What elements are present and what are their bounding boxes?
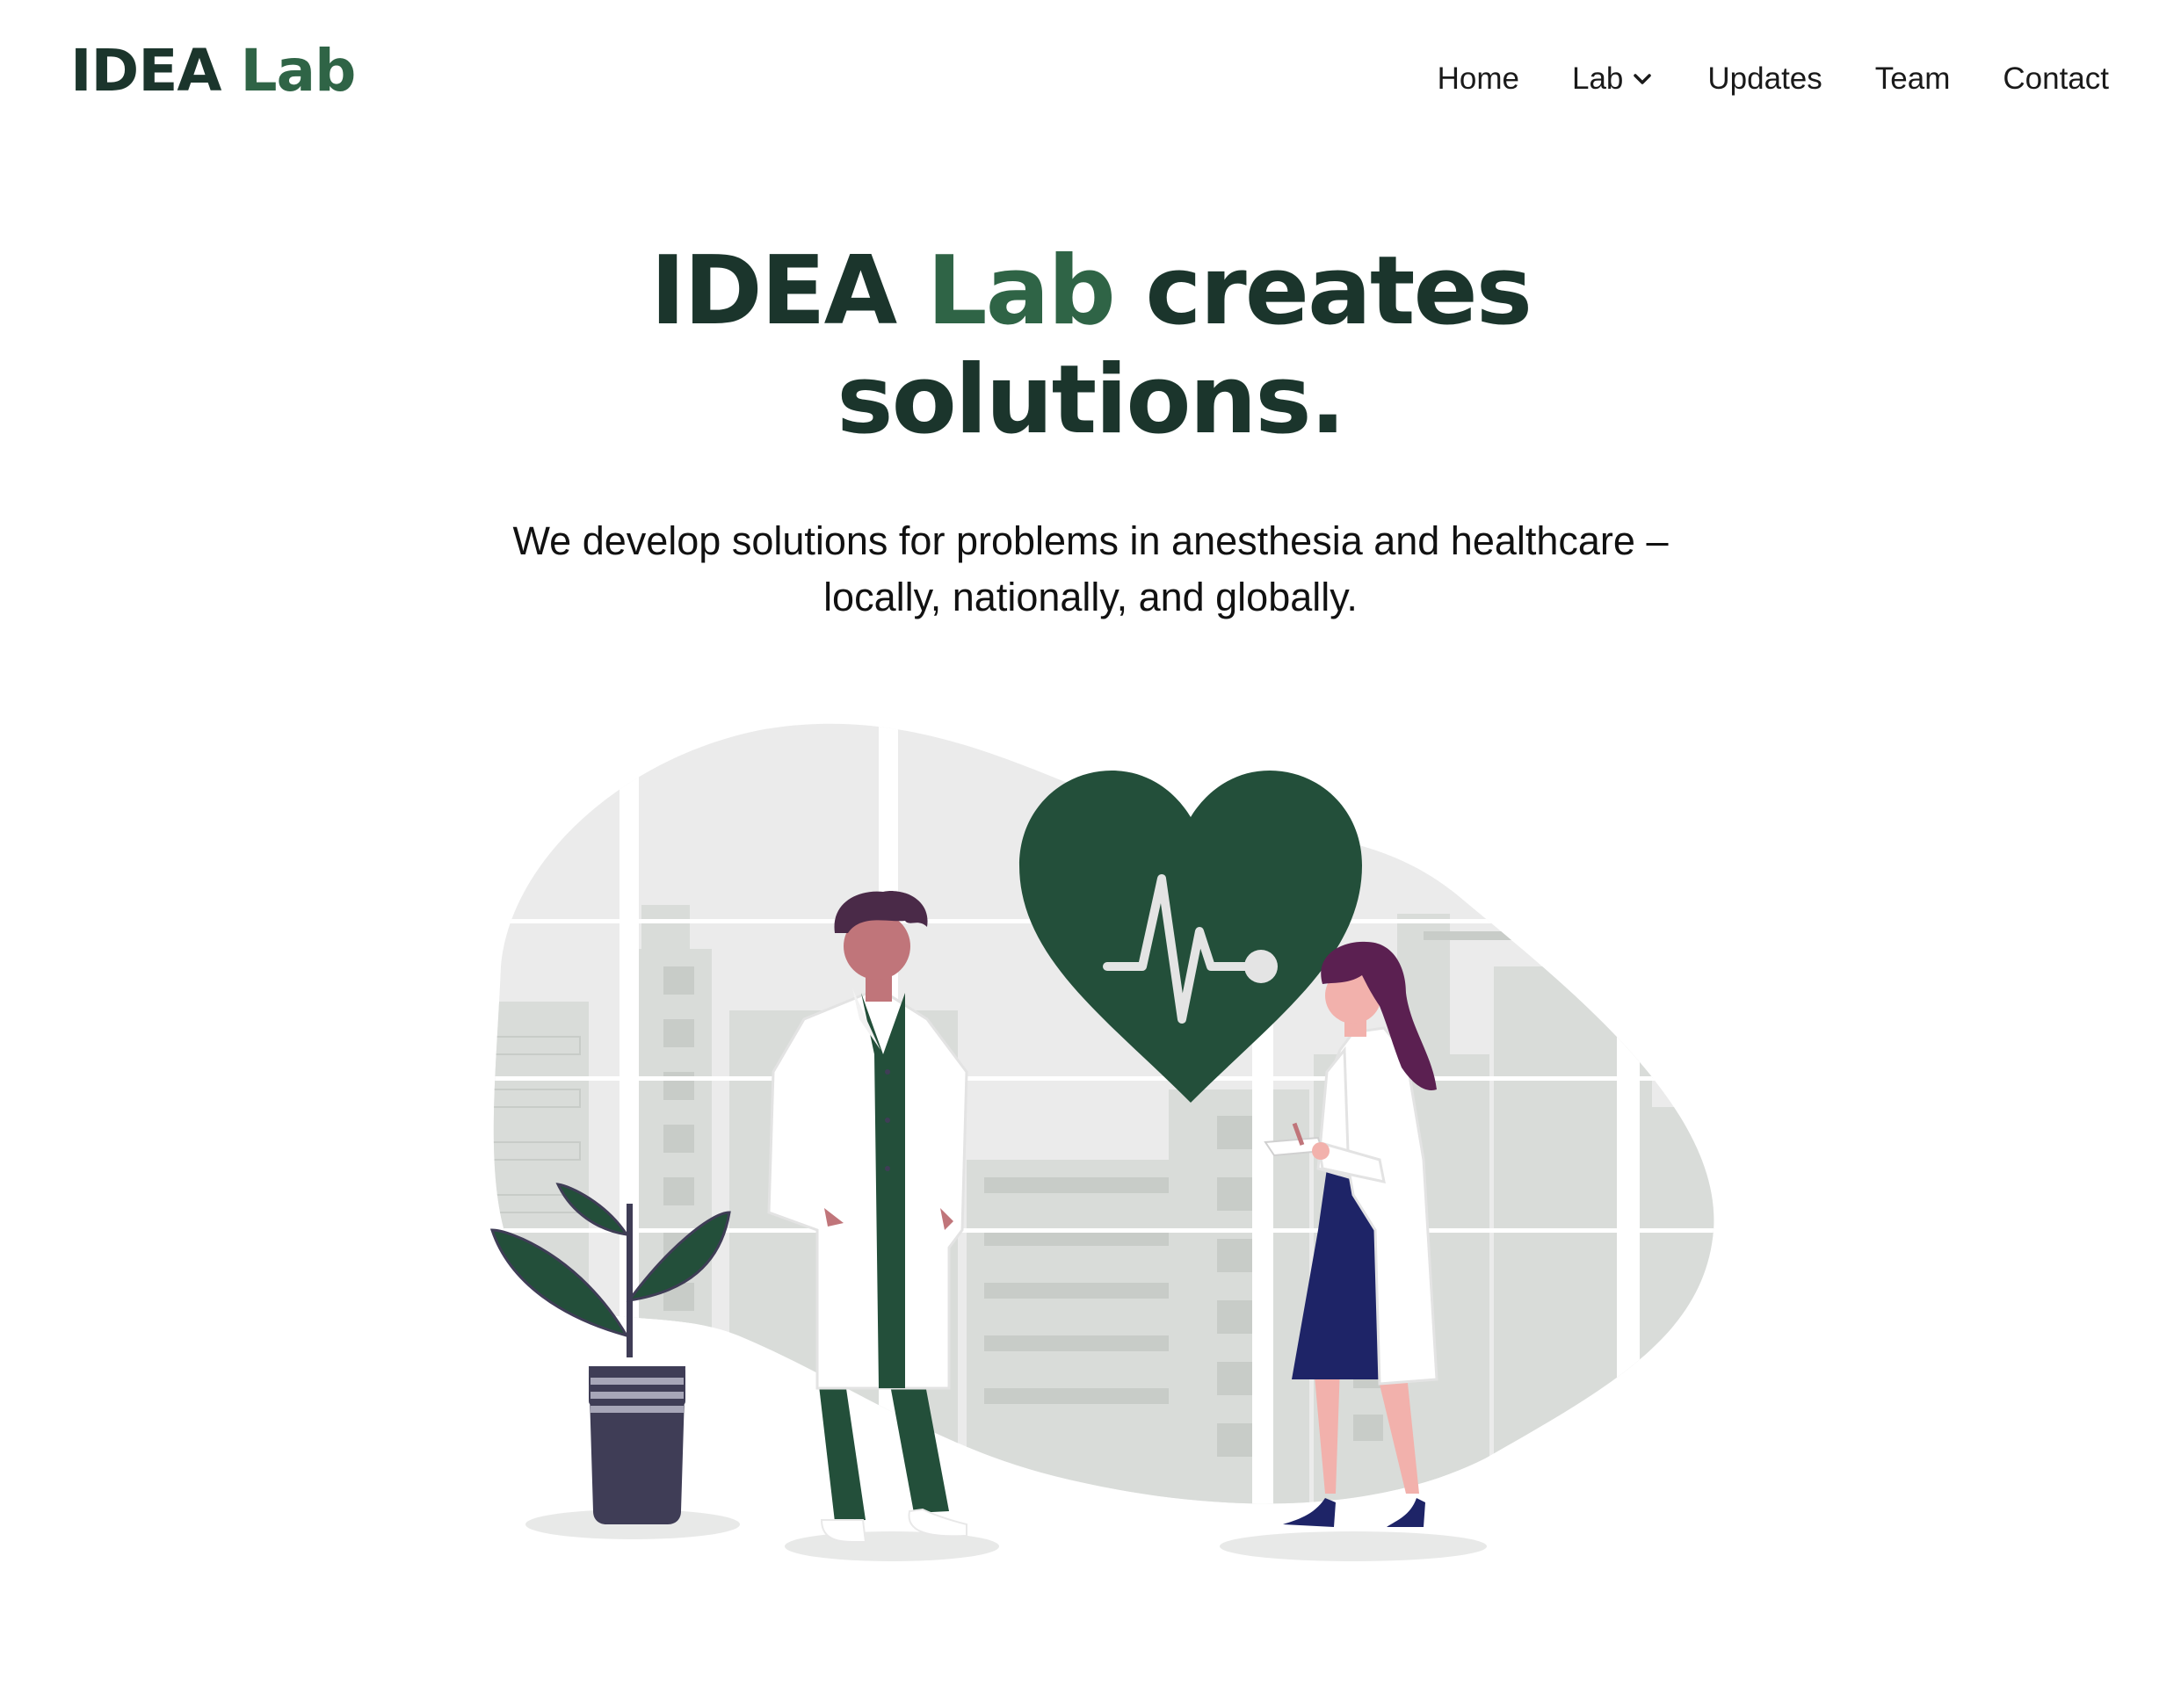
nav-updates-label: Updates <box>1707 62 1822 96</box>
hero-illustration <box>489 723 1714 1561</box>
nav-contact[interactable]: Contact <box>2003 63 2109 94</box>
nav-contact-label: Contact <box>2003 62 2109 96</box>
logo-primary: IDEA <box>70 37 222 105</box>
hero-title-rest: creates <box>1145 236 1532 346</box>
site-logo[interactable]: IDEA Lab <box>70 42 356 100</box>
main-nav: Home Lab Updates Team Contact <box>1438 63 2109 94</box>
hero-title-accent: Lab <box>926 236 1116 346</box>
chevron-down-icon <box>1634 73 1652 84</box>
hero-title: IDEA Lab creates solutions. <box>0 237 2181 455</box>
nav-home[interactable]: Home <box>1438 63 1519 94</box>
nav-team-label: Team <box>1874 62 1951 96</box>
hero-subtitle-line1: We develop solutions for problems in ane… <box>512 518 1669 563</box>
hero-subtitle: We develop solutions for problems in ane… <box>0 513 2181 626</box>
nurse-shadow <box>1220 1531 1487 1561</box>
nav-updates[interactable]: Updates <box>1707 63 1822 94</box>
hero-title-line2: solutions. <box>837 345 1345 455</box>
nav-team[interactable]: Team <box>1875 63 1951 94</box>
nav-lab-label: Lab <box>1572 62 1624 96</box>
hero-title-primary: IDEA <box>649 236 897 346</box>
nav-home-label: Home <box>1437 62 1519 96</box>
hero-subtitle-line2: locally, nationally, and globally. <box>823 575 1358 619</box>
nav-lab[interactable]: Lab <box>1572 63 1655 94</box>
logo-accent: Lab <box>240 37 357 105</box>
page: IDEA Lab Home Lab Updates Team Contact I… <box>0 0 2181 1708</box>
